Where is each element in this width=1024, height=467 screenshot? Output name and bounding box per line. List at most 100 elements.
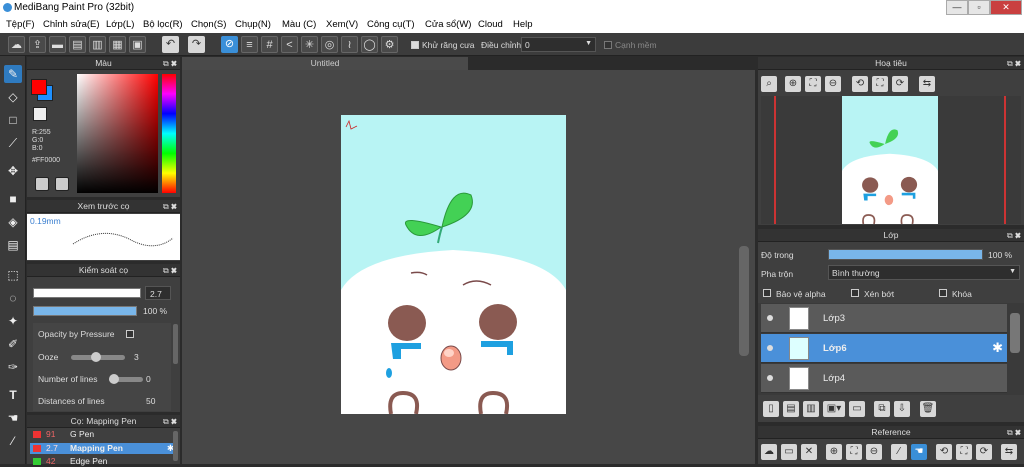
gear-icon[interactable]: ✱ xyxy=(992,340,1003,356)
brush-tool-icon[interactable]: ✎ xyxy=(4,65,22,83)
menu-view[interactable]: Xem(V) xyxy=(326,19,358,30)
redo-button[interactable]: ↷ xyxy=(188,36,205,53)
document-icon[interactable]: ▥ xyxy=(89,36,106,53)
line-tool-icon[interactable]: ⟋ xyxy=(4,134,22,152)
zoom-out-icon[interactable]: ⊖ xyxy=(866,444,882,460)
open-folder-icon[interactable]: ▭ xyxy=(781,444,797,460)
hand-icon[interactable]: ☚ xyxy=(911,444,927,460)
select-tool-icon[interactable]: ⬚ xyxy=(4,266,22,284)
zoom-out-icon[interactable]: ⊖ xyxy=(825,76,841,92)
merge-layer-icon[interactable]: ⇩ xyxy=(894,401,910,417)
menu-help[interactable]: Help xyxy=(513,19,533,30)
hand-tool-icon[interactable]: ☚ xyxy=(4,409,22,427)
tab-untitled[interactable]: Untitled xyxy=(182,57,468,70)
foreground-color-swatch[interactable] xyxy=(31,79,47,95)
cloud-icon[interactable]: ☁ xyxy=(8,36,25,53)
brush-item[interactable]: 91 G Pen xyxy=(30,429,177,440)
grid-icon[interactable]: ▣ xyxy=(129,36,146,53)
circle-snap-icon[interactable]: ◎ xyxy=(321,36,338,53)
new-halftone-layer-icon[interactable]: ▤ xyxy=(783,401,799,417)
rectangle-tool-icon[interactable]: □ xyxy=(4,111,22,129)
menu-file[interactable]: Tệp(F) xyxy=(6,19,35,30)
brush-size-box[interactable]: 2.7 xyxy=(145,286,171,300)
drawing-canvas[interactable] xyxy=(341,115,566,414)
menu-capture[interactable]: Chụp(N) xyxy=(235,19,271,30)
zoom-in-icon[interactable]: ⊕ xyxy=(826,444,842,460)
settings-icon[interactable]: ⚙ xyxy=(381,36,398,53)
panel-close-icon[interactable]: ⧉ ✖ xyxy=(163,57,177,70)
brush-list-scrollbar[interactable] xyxy=(173,431,178,461)
ellipse-snap-icon[interactable]: ◯ xyxy=(361,36,378,53)
bucket-tool-icon[interactable]: ◈ xyxy=(4,213,22,231)
menu-window[interactable]: Cửa sổ(W) xyxy=(425,19,471,30)
panel-close-icon[interactable]: ⧉ ✖ xyxy=(163,200,177,213)
lasso-tool-icon[interactable]: ◌ xyxy=(4,289,22,307)
zoom-in-icon[interactable]: ⊕ xyxy=(785,76,801,92)
ooze-slider[interactable] xyxy=(71,352,125,362)
opacity-pressure-checkbox[interactable] xyxy=(126,330,134,338)
brush-item[interactable]: 42 Edge Pen xyxy=(30,456,177,467)
text-tool-icon[interactable]: T xyxy=(4,386,22,404)
undo-button[interactable]: ↶ xyxy=(162,36,179,53)
menu-cloud[interactable]: Cloud xyxy=(478,19,503,30)
rotate-right-icon[interactable]: ⟳ xyxy=(892,76,908,92)
brush-size-slider[interactable] xyxy=(33,288,141,298)
canvas-scrollbar[interactable] xyxy=(739,246,749,356)
flip-icon[interactable]: ⇆ xyxy=(919,76,935,92)
zoom-fit-icon[interactable]: ⌕ xyxy=(761,76,777,92)
snap-off-icon[interactable]: ⊘ xyxy=(221,36,238,53)
panel-close-icon[interactable]: ⧉ ✖ xyxy=(1007,426,1021,439)
layer-row[interactable]: Lớp4 xyxy=(761,364,1007,393)
edge-checkbox[interactable] xyxy=(604,41,612,49)
new-layer-icon[interactable]: ▯ xyxy=(763,401,779,417)
panel-close-icon[interactable]: ⧉ ✖ xyxy=(163,415,177,428)
fit-window-icon[interactable]: ⛶ xyxy=(872,76,888,92)
blend-mode-dropdown[interactable]: Bình thường ▼ xyxy=(828,265,1020,280)
color-history-icon[interactable] xyxy=(55,177,69,191)
parallel-snap-icon[interactable]: ≡ xyxy=(241,36,258,53)
menu-layer[interactable]: Lớp(L) xyxy=(106,19,134,30)
select-pen-icon[interactable]: ✐ xyxy=(4,335,22,353)
curve-snap-icon[interactable]: ≀ xyxy=(341,36,358,53)
eye-icon[interactable] xyxy=(767,375,773,381)
panel-close-icon[interactable]: ⧉ ✖ xyxy=(1007,57,1021,70)
radial-snap-icon[interactable]: ✳ xyxy=(301,36,318,53)
new-8bit-layer-icon[interactable]: ▥ xyxy=(803,401,819,417)
transparent-swatch[interactable] xyxy=(33,107,47,121)
close-button[interactable]: ✕ xyxy=(990,0,1022,15)
magic-wand-icon[interactable]: ✦ xyxy=(4,312,22,330)
crisscross-snap-icon[interactable]: # xyxy=(261,36,278,53)
flip-icon[interactable]: ⇆ xyxy=(1001,444,1017,460)
rotate-right-icon[interactable]: ⟳ xyxy=(976,444,992,460)
actual-size-icon[interactable]: ⛶ xyxy=(846,444,862,460)
duplicate-layer-icon[interactable]: ⧉ xyxy=(874,401,890,417)
palette-icon[interactable] xyxy=(35,177,49,191)
eye-icon[interactable] xyxy=(767,315,773,321)
eyedropper-tool-icon[interactable]: ⁄ xyxy=(4,432,22,450)
lines-slider[interactable] xyxy=(109,374,143,384)
menu-select[interactable]: Chọn(S) xyxy=(191,19,226,30)
layer-opacity-slider[interactable] xyxy=(828,249,983,260)
eyedropper-icon[interactable]: ⁄ xyxy=(891,444,907,460)
navigator-preview[interactable] xyxy=(761,96,1021,224)
select-eraser-icon[interactable]: ✑ xyxy=(4,358,22,376)
minimize-button[interactable]: — xyxy=(946,0,968,15)
cloud-reference-icon[interactable]: ☁ xyxy=(761,444,777,460)
panel-close-icon[interactable]: ⧉ ✖ xyxy=(163,264,177,277)
trash-icon[interactable]: 🗑 xyxy=(920,401,936,417)
comment-icon[interactable]: ▬ xyxy=(49,36,66,53)
lines-slider-thumb[interactable] xyxy=(109,374,119,384)
panel-close-icon[interactable]: ⧉ ✖ xyxy=(1007,229,1021,242)
layer-row[interactable]: Lớp3 xyxy=(761,304,1007,333)
gallery-icon[interactable]: ▦ xyxy=(109,36,126,53)
hue-slider[interactable] xyxy=(162,74,176,193)
ooze-slider-thumb[interactable] xyxy=(91,352,101,362)
fill-rect-tool-icon[interactable]: ■ xyxy=(4,190,22,208)
rotate-left-icon[interactable]: ⟲ xyxy=(936,444,952,460)
menu-filter[interactable]: Bộ lọc(R) xyxy=(143,19,183,30)
actual-size-icon[interactable]: ⛶ xyxy=(805,76,821,92)
rotate-left-icon[interactable]: ⟲ xyxy=(852,76,868,92)
menu-edit[interactable]: Chỉnh sửa(E) xyxy=(43,19,100,30)
brush-item-selected[interactable]: 2.7 Mapping Pen ✱ xyxy=(30,443,177,454)
folder-icon[interactable]: ▭ xyxy=(849,401,865,417)
